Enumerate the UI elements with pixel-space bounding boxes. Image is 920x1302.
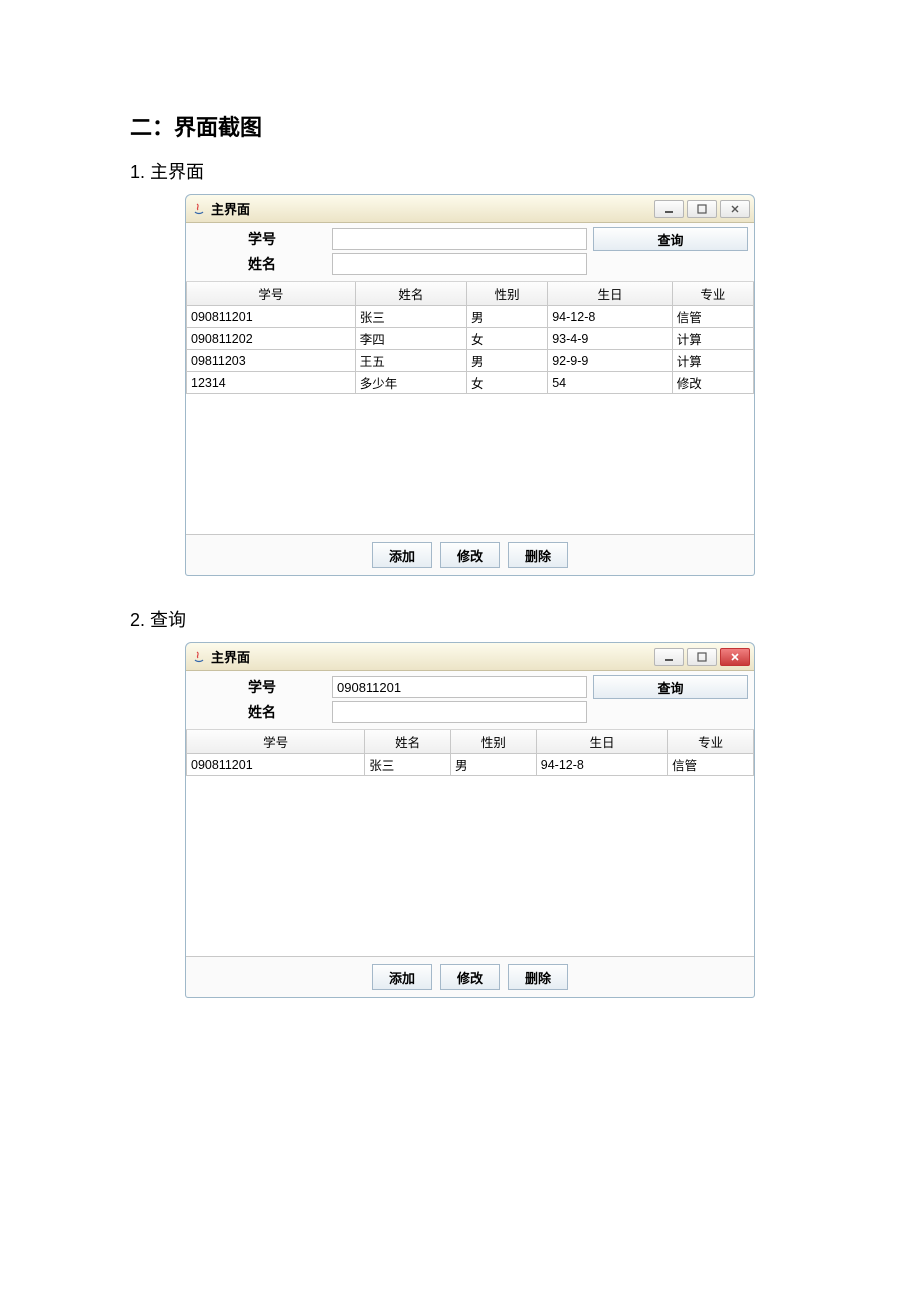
table-header-row: 学号 姓名 性别 生日 专业 [187, 730, 754, 754]
cell: 修改 [672, 372, 753, 394]
input-student-id[interactable] [332, 228, 587, 250]
cell: 090811201 [187, 306, 356, 328]
doc-heading: 二：界面截图 [130, 110, 790, 142]
cell: 男 [450, 754, 536, 776]
titlebar: 主界面 [186, 643, 754, 671]
col-birthday[interactable]: 生日 [548, 282, 672, 306]
cell: 信管 [668, 754, 754, 776]
cell: 94-12-8 [536, 754, 667, 776]
label-student-id: 学号 [192, 677, 332, 697]
add-button[interactable]: 添加 [372, 542, 432, 568]
close-button[interactable] [720, 200, 750, 218]
table-row[interactable]: 090811201 张三 男 94-12-8 信管 [187, 306, 754, 328]
data-table-wrap: 学号 姓名 性别 生日 专业 090811201 张三 男 94-12-8 信管… [186, 282, 754, 535]
cell: 张三 [355, 306, 466, 328]
cell: 12314 [187, 372, 356, 394]
delete-button[interactable]: 删除 [508, 964, 568, 990]
table-header-row: 学号 姓名 性别 生日 专业 [187, 282, 754, 306]
label-name: 姓名 [192, 702, 332, 722]
table-row[interactable]: 09811203 王五 男 92-9-9 计算 [187, 350, 754, 372]
col-birthday[interactable]: 生日 [536, 730, 667, 754]
cell: 女 [466, 372, 547, 394]
minimize-button[interactable] [654, 648, 684, 666]
window-title: 主界面 [211, 199, 654, 218]
input-student-id[interactable] [332, 676, 587, 698]
button-bar: 添加 修改 删除 [186, 957, 754, 997]
close-button[interactable] [720, 648, 750, 666]
cell: 李四 [355, 328, 466, 350]
delete-button[interactable]: 删除 [508, 542, 568, 568]
col-major[interactable]: 专业 [672, 282, 753, 306]
window-controls [654, 200, 750, 218]
cell: 09811203 [187, 350, 356, 372]
search-button[interactable]: 查询 [593, 675, 748, 699]
col-id[interactable]: 学号 [187, 730, 365, 754]
button-bar: 添加 修改 删除 [186, 535, 754, 575]
cell: 93-4-9 [548, 328, 672, 350]
cell: 090811201 [187, 754, 365, 776]
table-blank-area [186, 394, 754, 534]
col-gender[interactable]: 性别 [466, 282, 547, 306]
cell: 男 [466, 306, 547, 328]
cell: 090811202 [187, 328, 356, 350]
window-main-2: 主界面 学号 查询 姓名 学号 [185, 642, 755, 998]
cell: 92-9-9 [548, 350, 672, 372]
cell: 张三 [365, 754, 451, 776]
search-button[interactable]: 查询 [593, 227, 748, 251]
cell: 多少年 [355, 372, 466, 394]
table-row[interactable]: 12314 多少年 女 54 修改 [187, 372, 754, 394]
data-table: 学号 姓名 性别 生日 专业 090811201 张三 男 94-12-8 信管 [186, 730, 754, 776]
window-main-1: 主界面 学号 查询 姓名 学号 [185, 194, 755, 576]
cell: 王五 [355, 350, 466, 372]
cell: 女 [466, 328, 547, 350]
table-blank-area [186, 776, 754, 956]
input-name[interactable] [332, 253, 587, 275]
cell: 信管 [672, 306, 753, 328]
cell: 计算 [672, 350, 753, 372]
table-row[interactable]: 090811202 李四 女 93-4-9 计算 [187, 328, 754, 350]
window-controls [654, 648, 750, 666]
maximize-button[interactable] [687, 648, 717, 666]
col-name[interactable]: 姓名 [355, 282, 466, 306]
search-panel: 学号 查询 姓名 [186, 671, 754, 730]
input-name[interactable] [332, 701, 587, 723]
col-id[interactable]: 学号 [187, 282, 356, 306]
java-icon [192, 202, 206, 216]
subheading-2: 2. 查询 [130, 606, 790, 632]
titlebar: 主界面 [186, 195, 754, 223]
table-row[interactable]: 090811201 张三 男 94-12-8 信管 [187, 754, 754, 776]
cell: 男 [466, 350, 547, 372]
col-gender[interactable]: 性别 [450, 730, 536, 754]
minimize-button[interactable] [654, 200, 684, 218]
window-title: 主界面 [211, 647, 654, 666]
col-name[interactable]: 姓名 [365, 730, 451, 754]
data-table-wrap: 学号 姓名 性别 生日 专业 090811201 张三 男 94-12-8 信管 [186, 730, 754, 957]
add-button[interactable]: 添加 [372, 964, 432, 990]
search-panel: 学号 查询 姓名 [186, 223, 754, 282]
label-student-id: 学号 [192, 229, 332, 249]
col-major[interactable]: 专业 [668, 730, 754, 754]
maximize-button[interactable] [687, 200, 717, 218]
edit-button[interactable]: 修改 [440, 542, 500, 568]
label-name: 姓名 [192, 254, 332, 274]
cell: 54 [548, 372, 672, 394]
subheading-1: 1. 主界面 [130, 158, 790, 184]
data-table: 学号 姓名 性别 生日 专业 090811201 张三 男 94-12-8 信管… [186, 282, 754, 394]
cell: 计算 [672, 328, 753, 350]
edit-button[interactable]: 修改 [440, 964, 500, 990]
cell: 94-12-8 [548, 306, 672, 328]
java-icon [192, 650, 206, 664]
